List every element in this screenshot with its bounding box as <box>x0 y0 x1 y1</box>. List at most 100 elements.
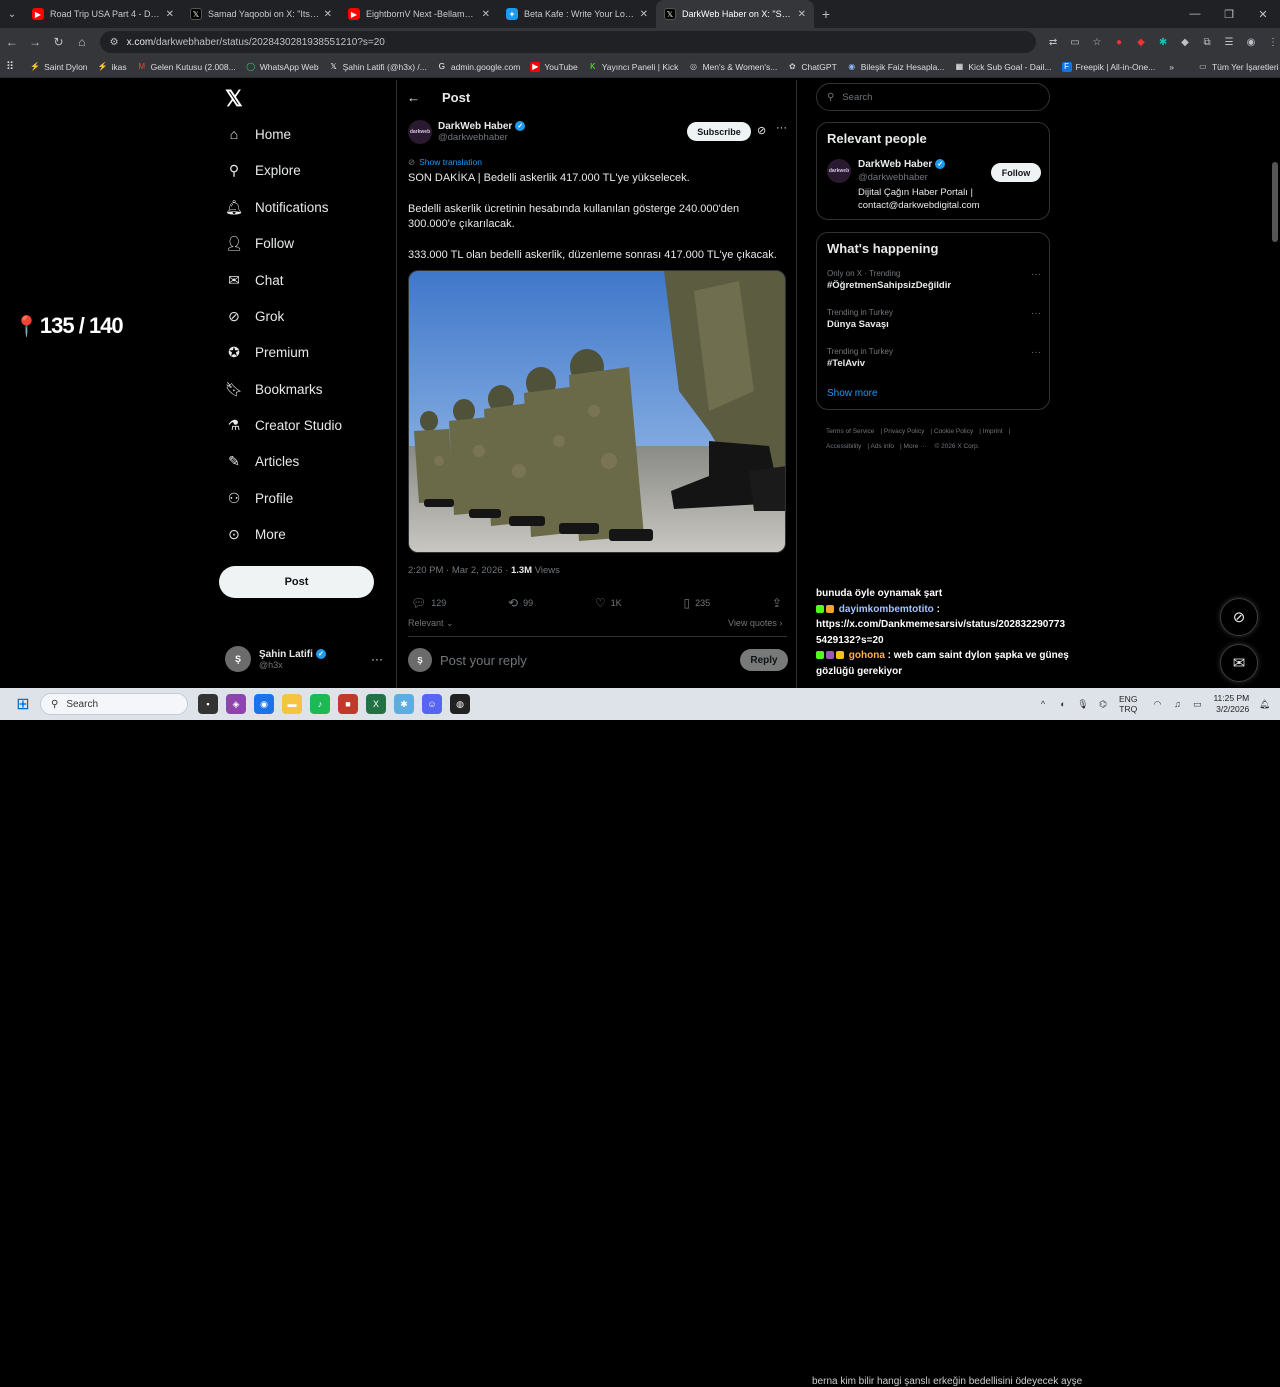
star-icon[interactable]: ☆ <box>1090 35 1104 49</box>
relevant-person[interactable]: darkweb DarkWeb Haber ✓ @darkwebhaber Dij… <box>827 159 980 212</box>
windows-start-icon[interactable]: ⊞ <box>12 693 34 715</box>
reload-icon[interactable]: ↻ <box>47 28 70 56</box>
sidebar-toggle-icon[interactable]: ☰ <box>1222 35 1236 49</box>
footer-link[interactable]: Terms of Service <box>826 428 874 435</box>
all-bookmarks-folder[interactable]: ▭ Tüm Yer İşaretleri <box>1198 62 1278 72</box>
footer-link[interactable]: Ads info <box>871 443 895 450</box>
kebab-menu-icon[interactable]: ⋮ <box>1266 35 1280 49</box>
discord-icon[interactable]: ☺ <box>422 694 442 714</box>
footer-link[interactable]: Cookie Policy <box>934 428 973 435</box>
chevron-up-icon[interactable]: ^ <box>1037 698 1049 710</box>
nav-more[interactable]: ⊙ More <box>225 525 286 543</box>
file-explorer-icon[interactable]: ▬ <box>282 694 302 714</box>
footer-link[interactable]: Accessibility <box>826 443 861 450</box>
post-author[interactable]: darkweb DarkWeb Haber ✓ @darkwebhaber <box>408 120 526 144</box>
browser-tab[interactable]: 𝕏 Samad Yaqoobi on X: "Its calle ✕ <box>182 0 340 28</box>
nav-creator-studio[interactable]: ⚗ Creator Studio <box>225 416 342 434</box>
nav-grok[interactable]: ⊘ Grok <box>225 307 284 325</box>
account-more-icon[interactable]: ··· <box>371 652 383 666</box>
like-action[interactable]: ♡ 1K <box>595 596 622 610</box>
bookmark-item[interactable]: ▦ Kick Sub Goal - Dail... <box>954 62 1052 72</box>
mic-icon[interactable]: 🎙︎ <box>1077 698 1089 710</box>
share-action[interactable]: ⇪ <box>772 596 787 610</box>
footer-link[interactable]: More ··· <box>904 443 927 450</box>
bookmark-action[interactable]: ▯ 235 <box>683 596 710 610</box>
nav-premium[interactable]: ✪ Premium <box>225 343 309 361</box>
bookmarks-overflow-icon[interactable]: » <box>1169 62 1174 72</box>
nav-follow[interactable]: 👤︎ Follow <box>225 234 294 252</box>
back-arrow-icon[interactable]: ← <box>407 90 420 105</box>
network-icon[interactable]: ⌬ <box>1097 698 1109 710</box>
search-input[interactable]: ⚲ Search <box>816 83 1050 111</box>
browser-tab-active[interactable]: 𝕏 DarkWeb Haber on X: "SON DA ✕ <box>656 0 814 28</box>
bookmark-item[interactable]: K Yayıncı Paneli | Kick <box>588 62 678 72</box>
site-info-icon[interactable]: ⚙ <box>110 37 119 48</box>
close-tab-icon[interactable]: ✕ <box>482 9 490 20</box>
apps-grid-icon[interactable]: ⠿ <box>6 60 14 73</box>
browser-tab[interactable]: ✦ Beta Kafe : Write Your Love Stor ✕ <box>498 0 656 28</box>
nav-profile[interactable]: ⚇ Profile <box>225 489 294 507</box>
taskbar-search[interactable]: ⚲ Search <box>40 693 188 715</box>
bookmark-item[interactable]: F Freepik | All-in-One... <box>1061 61 1155 72</box>
page-scrollbar[interactable] <box>1272 162 1278 242</box>
subscribe-button[interactable]: Subscribe <box>687 122 751 141</box>
steam-icon[interactable]: ◐ <box>1057 698 1069 710</box>
post-timestamp[interactable]: 2:20 PM · Mar 2, 2026 · <box>408 565 511 576</box>
bookmark-item[interactable]: Gadmin.google.com <box>437 62 521 72</box>
show-translation-link[interactable]: ⊘ Show translation <box>408 157 482 168</box>
trend-item[interactable]: Trending in Turkey #TelAviv ··· <box>827 347 1041 369</box>
obs-icon[interactable]: ◍ <box>450 694 470 714</box>
extension-shield-icon[interactable]: ◆ <box>1134 35 1148 49</box>
extension-diamond-icon[interactable]: ◆ <box>1178 35 1192 49</box>
grok-fab-icon[interactable]: ⊘ <box>1220 598 1258 636</box>
trend-more-icon[interactable]: ··· <box>1031 308 1041 319</box>
browser-tab[interactable]: ▶ Road Trip USA Part 4 - Driving I ✕ <box>24 0 182 28</box>
volume-icon[interactable]: ♫ <box>1171 698 1183 710</box>
close-tab-icon[interactable]: ✕ <box>166 9 174 20</box>
nav-bookmarks[interactable]: 🔖︎ Bookmarks <box>225 380 322 398</box>
copilot-icon[interactable]: ◈ <box>226 694 246 714</box>
browser-tab[interactable]: ▶ EightbornV Next -Bellamy- [Rid ✕ <box>340 0 498 28</box>
battery-icon[interactable]: ▭ <box>1191 698 1203 710</box>
wifi-icon[interactable]: ◠ <box>1151 698 1163 710</box>
url-bar[interactable]: ⚙ x.com/darkwebhaber/status/202843028193… <box>99 31 1037 53</box>
post-more-icon[interactable]: ··· <box>776 122 787 134</box>
x-logo-icon[interactable]: 𝕏 <box>225 86 243 112</box>
app-icon[interactable]: ■ <box>338 694 358 714</box>
notification-bell-icon[interactable]: 🔔︎ <box>1259 699 1270 710</box>
bookmark-item[interactable]: M Gelen Kutusu (2.008... <box>137 62 235 72</box>
bookmark-item[interactable]: 𝕏 Şahin Latifi (@h3x) /... <box>329 62 426 72</box>
task-view-icon[interactable]: ▪ <box>198 694 218 714</box>
extension-teal-icon[interactable]: ✱ <box>1156 35 1170 49</box>
nav-chat[interactable]: ✉ Chat <box>225 271 283 289</box>
bookmark-item[interactable]: ⚡ Saint Dylon <box>30 62 87 72</box>
spotify-icon[interactable]: ♪ <box>310 694 330 714</box>
follow-button[interactable]: Follow <box>991 163 1041 182</box>
new-tab-button[interactable]: + <box>814 6 838 22</box>
back-arrow-icon[interactable]: ← <box>0 28 23 56</box>
bookmark-item[interactable]: ✿ ChatGPT <box>787 62 837 72</box>
bookmark-item[interactable]: ◎ Men's & Women's... <box>688 62 777 72</box>
close-window-icon[interactable]: ✕ <box>1246 0 1280 28</box>
trend-more-icon[interactable]: ··· <box>1031 347 1041 358</box>
grok-explain-icon[interactable]: ⊘ <box>757 124 766 137</box>
bookmark-item[interactable]: ◉ Bileşik Faiz Hesapla... <box>847 62 944 72</box>
account-switcher[interactable]: Ş Şahin Latifi ✓ @h3x ··· <box>225 646 383 672</box>
show-more-link[interactable]: Show more <box>827 388 878 399</box>
bookmark-item[interactable]: ▶ YouTube <box>530 61 578 72</box>
taskbar-clock[interactable]: 11:25 PM 3/2/2026 <box>1213 693 1249 715</box>
tab-search-icon[interactable]: ⌄ <box>0 0 24 28</box>
extension-red-icon[interactable]: ● <box>1112 35 1126 49</box>
nav-articles[interactable]: ✎ Articles <box>225 452 299 470</box>
app-icon[interactable]: ✱ <box>394 694 414 714</box>
person-avatar[interactable]: darkweb <box>827 159 851 183</box>
nav-explore[interactable]: ⚲ Explore <box>225 161 301 179</box>
trend-more-icon[interactable]: ··· <box>1031 269 1041 280</box>
reply-action[interactable]: 💬︎ 129 <box>411 596 446 610</box>
language-switcher[interactable]: ENG TRQ <box>1119 694 1137 714</box>
bookmark-item[interactable]: ◯ WhatsApp Web <box>246 62 318 72</box>
close-tab-icon[interactable]: ✕ <box>798 9 806 20</box>
forward-arrow-icon[interactable]: → <box>23 28 46 56</box>
author-name[interactable]: DarkWeb Haber ✓ <box>438 121 526 132</box>
nav-home[interactable]: ⌂ Home <box>225 125 291 143</box>
